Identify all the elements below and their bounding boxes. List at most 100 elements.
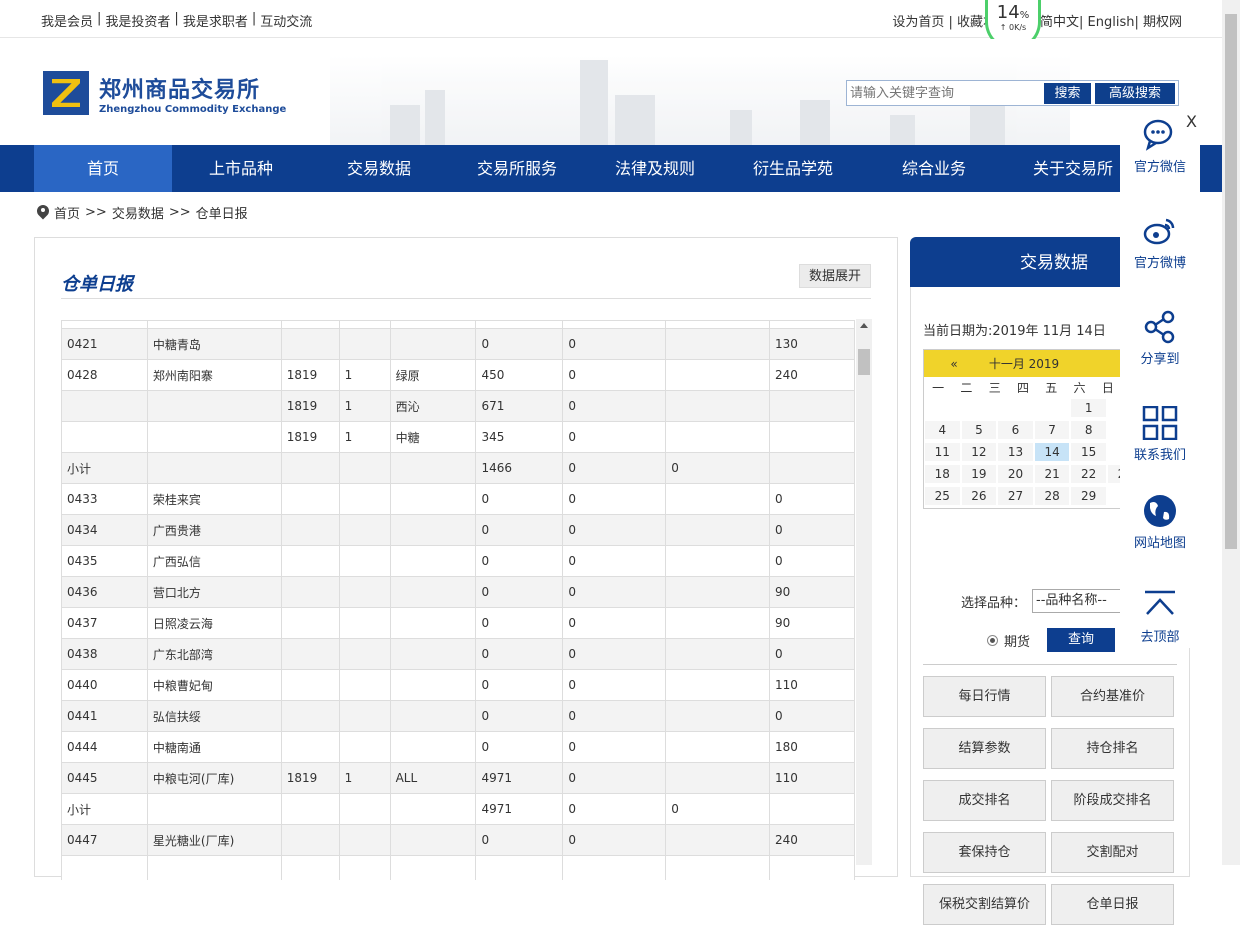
table-cell xyxy=(665,576,771,608)
calendar-day[interactable]: 5 xyxy=(961,421,997,439)
calendar-day[interactable]: 19 xyxy=(961,465,997,483)
scroll-up-icon[interactable] xyxy=(860,323,868,328)
contract-benchmark-button[interactable]: 合约基准价 xyxy=(1051,676,1174,717)
calendar-day[interactable]: 8 xyxy=(1071,421,1106,439)
calendar-day[interactable]: 26 xyxy=(961,487,997,505)
calendar-day[interactable]: 29 xyxy=(1071,487,1106,505)
calendar-day[interactable]: 6 xyxy=(998,421,1033,439)
table-cell: 671 xyxy=(475,390,564,422)
data-table-viewport[interactable]: 0421 中糖青岛 0 0 130 0428 郑州南阳寨 1819 1 绿原 450 0 240 1819… xyxy=(61,320,855,880)
homepage-favorite-links[interactable]: 设为首页 | 收藏本 xyxy=(892,11,996,30)
daily-quotes-button[interactable]: 每日行情 xyxy=(923,676,1046,717)
back-to-top-label: 去顶部 xyxy=(1140,630,1180,645)
contact-link[interactable]: 联系我们 xyxy=(1120,406,1200,463)
table-cell: 90 xyxy=(769,576,855,608)
calendar-day[interactable]: 20 xyxy=(998,465,1033,483)
calendar-day[interactable]: 11 xyxy=(925,443,960,461)
nav-academy[interactable]: 衍生品学苑 xyxy=(724,145,862,192)
breadcrumb-section[interactable]: 交易数据 xyxy=(112,203,164,222)
table-cell xyxy=(769,390,855,422)
futures-radio[interactable]: 期货 xyxy=(987,631,1030,650)
breadcrumb-home[interactable]: 首页 xyxy=(54,203,80,222)
wechat-link[interactable]: 官方微信 xyxy=(1120,118,1200,175)
table-cell: 110 xyxy=(769,669,855,701)
calendar-day[interactable]: 13 xyxy=(998,443,1033,461)
calendar-day[interactable]: 12 xyxy=(961,443,997,461)
nav-home[interactable]: 首页 xyxy=(34,145,172,192)
calendar-day[interactable]: 4 xyxy=(925,421,960,439)
calendar-day[interactable]: 14 xyxy=(1034,443,1070,461)
table-cell xyxy=(338,824,391,856)
table-scrollbar[interactable] xyxy=(856,319,872,865)
calendar-day[interactable]: 7 xyxy=(1034,421,1070,439)
hedge-positions-button[interactable]: 套保持仓 xyxy=(923,832,1046,873)
investor-link[interactable]: 我是投资者 xyxy=(105,11,170,30)
settlement-params-button[interactable]: 结算参数 xyxy=(923,728,1046,769)
table-cell: 郑州南阳寨 xyxy=(146,359,282,391)
radio-icon[interactable] xyxy=(987,635,998,646)
sitemap-link[interactable]: 网站地图 xyxy=(1120,494,1200,551)
calendar-day[interactable]: 22 xyxy=(1071,465,1106,483)
table-cell xyxy=(280,700,340,732)
interaction-link[interactable]: 互动交流 xyxy=(260,11,312,30)
scroll-thumb[interactable] xyxy=(858,349,870,375)
calendar-day[interactable]: 28 xyxy=(1034,487,1070,505)
back-to-top-link[interactable]: 去顶部 xyxy=(1120,588,1200,645)
advanced-search-button[interactable]: 高级搜索 xyxy=(1095,83,1175,104)
warehouse-report-button[interactable]: 仓单日报 xyxy=(1051,884,1174,925)
nav-trading-data[interactable]: 交易数据 xyxy=(310,145,448,192)
table-cell: 1 xyxy=(338,421,391,453)
expand-data-button[interactable]: 数据展开 xyxy=(798,264,871,288)
nav-rules[interactable]: 法律及规则 xyxy=(586,145,724,192)
bonded-delivery-price-button[interactable]: 保税交割结算价 xyxy=(923,884,1046,925)
table-cell xyxy=(61,320,148,329)
calendar-day[interactable]: 27 xyxy=(998,487,1033,505)
weekday-label: 日 xyxy=(1101,381,1114,395)
nav-products[interactable]: 上市品种 xyxy=(172,145,310,192)
select-label: 选择品种： xyxy=(961,595,1027,611)
volume-ranking-button[interactable]: 成交排名 xyxy=(923,780,1046,821)
share-icon xyxy=(1144,310,1175,344)
table-cell: 0421 xyxy=(61,328,148,360)
calendar-month: 十一月 2019 xyxy=(988,357,1060,371)
page-scroll-thumb[interactable] xyxy=(1225,14,1237,549)
position-ranking-button[interactable]: 持仓排名 xyxy=(1051,728,1174,769)
search-input[interactable] xyxy=(847,81,1043,105)
nav-business[interactable]: 综合业务 xyxy=(865,145,1003,192)
table-row: 小计 4971 0 0 xyxy=(61,793,855,825)
table-cell: 0 xyxy=(562,545,667,577)
page-title: 仓单日报 xyxy=(61,274,133,295)
table-cell: 0438 xyxy=(61,638,148,670)
jobseeker-link[interactable]: 我是求职者 xyxy=(183,11,248,30)
logo-en: Zhengzhou Commodity Exchange xyxy=(99,103,287,115)
share-link[interactable]: 分享到 xyxy=(1120,310,1200,367)
page-scrollbar[interactable] xyxy=(1222,0,1240,865)
nav-services[interactable]: 交易所服务 xyxy=(448,145,586,192)
prev-month-button[interactable]: « xyxy=(924,357,984,371)
calendar-day[interactable]: 21 xyxy=(1034,465,1070,483)
table-cell: 0437 xyxy=(61,607,148,639)
calendar-day[interactable]: 18 xyxy=(925,465,960,483)
query-button[interactable]: 查询 xyxy=(1047,628,1115,652)
warehouse-table: 0421 中糖青岛 0 0 130 0428 郑州南阳寨 1819 1 绿原 450 0 240 1819… xyxy=(61,320,855,880)
table-cell xyxy=(338,320,391,329)
language-links[interactable]: 简中文| English| 期权网 xyxy=(1040,11,1182,30)
table-cell xyxy=(338,514,391,546)
table-row: 1819 1 中糖 345 0 xyxy=(61,421,855,453)
table-cell xyxy=(665,638,771,670)
table-cell: 0 xyxy=(562,452,667,484)
weibo-link[interactable]: 官方微博 xyxy=(1120,214,1200,271)
table-cell: 0 xyxy=(769,700,855,732)
calendar-day[interactable]: 25 xyxy=(925,487,960,505)
exchange-logo[interactable]: 郑州商品交易所 Zhengzhou Commodity Exchange xyxy=(43,71,286,115)
table-row: 1819 1 西沁 671 0 xyxy=(61,390,855,422)
calendar-day[interactable]: 1 xyxy=(1071,399,1106,417)
period-volume-ranking-button[interactable]: 阶段成交排名 xyxy=(1051,780,1174,821)
calendar-days: 1456781112131415181920212223242526272829 xyxy=(924,399,1180,505)
calendar-day[interactable]: 15 xyxy=(1071,443,1106,461)
table-cell xyxy=(338,669,391,701)
delivery-matching-button[interactable]: 交割配对 xyxy=(1051,832,1174,873)
search-button[interactable]: 搜索 xyxy=(1044,83,1091,104)
member-link[interactable]: 我是会员 xyxy=(41,11,93,30)
table-cell xyxy=(61,421,148,453)
